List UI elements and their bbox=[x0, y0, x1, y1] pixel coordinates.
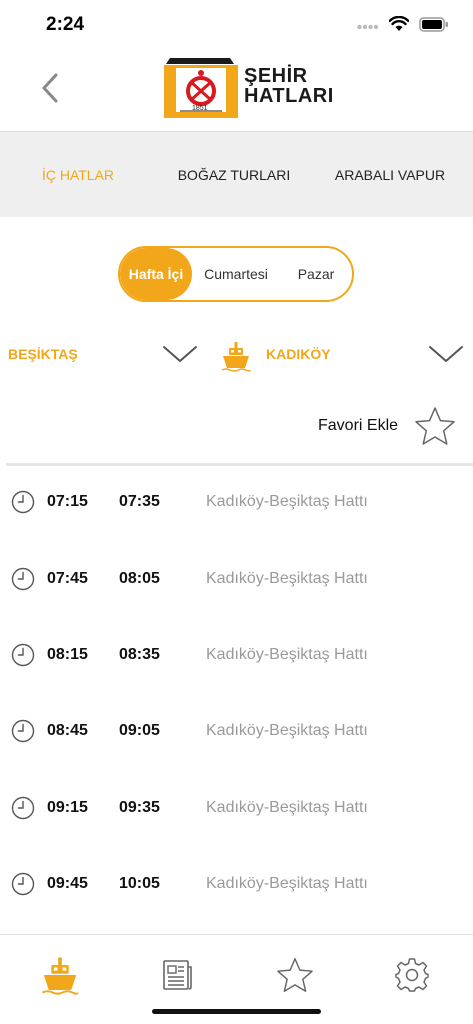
status-icons bbox=[357, 15, 449, 37]
battery-icon bbox=[419, 16, 449, 37]
schedule-row[interactable]: 07:15 07:35 Kadıköy-Beşiktaş Hattı bbox=[0, 466, 473, 526]
favorite-row: Favori Ekle bbox=[0, 404, 473, 448]
departure-time: 09:45 bbox=[47, 875, 88, 892]
schedule-row[interactable]: 07:45 08:05 Kadıköy-Beşiktaş Hattı bbox=[0, 543, 473, 603]
line-name: Kadıköy-Beşiktaş Hattı bbox=[206, 722, 368, 739]
ferry-icon bbox=[42, 957, 79, 995]
route-from-label[interactable]: BEŞİKTAŞ bbox=[8, 346, 78, 362]
departure-time: 08:45 bbox=[47, 722, 88, 739]
star-icon bbox=[277, 958, 313, 992]
home-indicator bbox=[152, 1009, 321, 1014]
arrival-time: 10:05 bbox=[119, 875, 160, 892]
departure-time: 08:15 bbox=[47, 646, 88, 663]
tab-arabali-vapur[interactable]: ARABALI VAPUR bbox=[320, 132, 460, 218]
star-icon[interactable] bbox=[414, 406, 456, 451]
line-name: Kadıköy-Beşiktaş Hattı bbox=[206, 570, 368, 587]
route-selector: BEŞİKTAŞ KADIKÖY bbox=[0, 330, 473, 380]
day-option-pazar[interactable]: Pazar bbox=[280, 248, 352, 300]
chevron-down-icon[interactable] bbox=[428, 344, 464, 369]
arrival-time: 09:05 bbox=[119, 722, 160, 739]
tabbar-ferry[interactable] bbox=[38, 953, 82, 997]
route-to-label[interactable]: KADIKÖY bbox=[266, 346, 331, 362]
clock-icon bbox=[11, 796, 35, 825]
line-name: Kadıköy-Beşiktaş Hattı bbox=[206, 646, 368, 663]
schedule-row[interactable]: 09:45 10:05 Kadıköy-Beşiktaş Hattı bbox=[0, 848, 473, 908]
clock-icon bbox=[11, 643, 35, 672]
logo-line1: ŞEHİR bbox=[244, 65, 308, 87]
line-name: Kadıköy-Beşiktaş Hattı bbox=[206, 875, 368, 892]
schedule-row[interactable]: 08:15 08:35 Kadıköy-Beşiktaş Hattı bbox=[0, 619, 473, 679]
nav-bar: ŞEHİR HATLARI 1851 bbox=[0, 50, 473, 130]
clock-icon bbox=[11, 872, 35, 901]
departure-time: 07:15 bbox=[47, 493, 88, 510]
line-name: Kadıköy-Beşiktaş Hattı bbox=[206, 799, 368, 816]
schedule-row[interactable]: 08:45 09:05 Kadıköy-Beşiktaş Hattı bbox=[0, 695, 473, 755]
status-bar: 2:24 bbox=[0, 0, 473, 50]
arrival-time: 09:35 bbox=[119, 799, 160, 816]
chevron-left-icon bbox=[42, 73, 58, 103]
signal-icon bbox=[357, 18, 379, 36]
chevron-down-icon[interactable] bbox=[162, 344, 198, 369]
status-time: 2:24 bbox=[46, 14, 85, 35]
tabbar-settings[interactable] bbox=[390, 953, 434, 997]
day-option-cumartesi[interactable]: Cumartesi bbox=[192, 248, 280, 300]
clock-icon bbox=[11, 567, 35, 596]
gear-icon bbox=[395, 958, 429, 992]
newspaper-icon bbox=[163, 960, 192, 990]
favorite-label[interactable]: Favori Ekle bbox=[318, 417, 398, 435]
day-option-hafta-ici[interactable]: Hafta İçi bbox=[120, 248, 192, 300]
departure-time: 09:15 bbox=[47, 799, 88, 816]
logo-line2: HATLARI bbox=[244, 85, 334, 107]
clock-icon bbox=[11, 490, 35, 519]
category-tabs: İÇ HATLAR BOĞAZ TURLARI ARABALI VAPUR bbox=[0, 131, 473, 217]
departure-time: 07:45 bbox=[47, 570, 88, 587]
schedule-row[interactable]: 09:15 09:35 Kadıköy-Beşiktaş Hattı bbox=[0, 772, 473, 832]
arrival-time: 08:05 bbox=[119, 570, 160, 587]
wifi-icon bbox=[388, 15, 410, 37]
line-name: Kadıköy-Beşiktaş Hattı bbox=[206, 493, 368, 510]
bottom-tab-bar bbox=[0, 934, 473, 1024]
tabbar-favorites[interactable] bbox=[273, 953, 317, 997]
tab-bogaz-turlari[interactable]: BOĞAZ TURLARI bbox=[166, 132, 302, 218]
ferry-icon bbox=[220, 340, 252, 377]
tab-ic-hatlar[interactable]: İÇ HATLAR bbox=[20, 132, 136, 218]
arrival-time: 08:35 bbox=[119, 646, 160, 663]
clock-icon bbox=[11, 719, 35, 748]
back-button[interactable] bbox=[30, 66, 70, 110]
arrival-time: 07:35 bbox=[119, 493, 160, 510]
day-filter-segmented-control: Hafta İçi Cumartesi Pazar bbox=[118, 246, 354, 302]
tabbar-news[interactable] bbox=[154, 953, 198, 997]
sehir-hatlari-logo: ŞEHİR HATLARI 1851 bbox=[160, 56, 333, 118]
logo-year: 1851 bbox=[192, 105, 208, 112]
logo-wordmark: ŞEHİR HATLARI bbox=[244, 66, 334, 106]
